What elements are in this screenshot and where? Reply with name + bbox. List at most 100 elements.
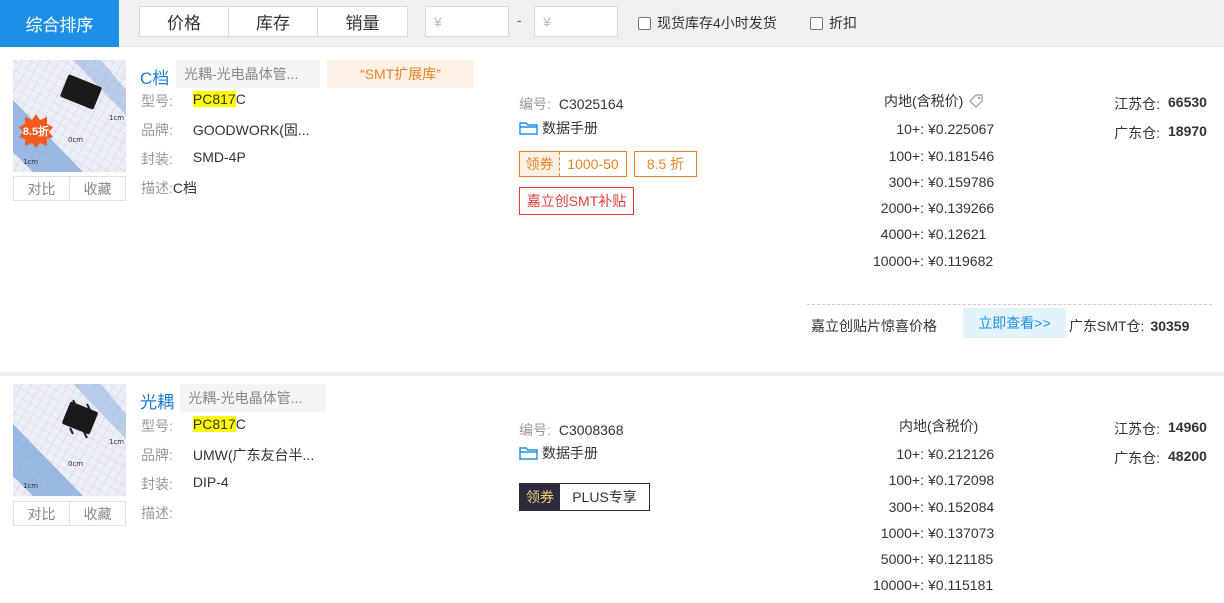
- stock-row: 广东仓: 48200: [1060, 448, 1215, 468]
- tier-price: ¥0.137073: [928, 525, 995, 541]
- tier-price: ¥0.119682: [928, 253, 994, 269]
- smt-view-now-button[interactable]: 立即查看>>: [963, 308, 1066, 338]
- stock-row: 江苏仓: 66530: [1060, 94, 1215, 114]
- price-min-input[interactable]: ¥: [425, 6, 509, 37]
- smt-subsidy-tag[interactable]: 嘉立创SMT补贴: [519, 187, 634, 215]
- model-suffix: C: [235, 416, 246, 432]
- folder-icon: [519, 447, 538, 460]
- sort-by-price-button[interactable]: 价格: [140, 7, 229, 36]
- warehouse-qty: 66530: [1168, 94, 1207, 110]
- compare-button[interactable]: 对比: [14, 502, 70, 525]
- price-tier: 100+: ¥0.181546: [800, 148, 1010, 164]
- code-label: 编号:: [519, 422, 551, 438]
- discount-checkbox-label: 折扣: [829, 15, 857, 31]
- warehouse-qty: 48200: [1168, 448, 1207, 464]
- sort-by-stock-button[interactable]: 库存: [229, 7, 318, 36]
- price-tier: 10000+: ¥0.119682: [800, 253, 1010, 269]
- checkbox-box[interactable]: [638, 16, 651, 30]
- compare-favorite-bar: 对比 收藏: [13, 501, 126, 526]
- discount-checkbox[interactable]: 折扣: [810, 13, 857, 33]
- brand-label: 品牌:: [141, 122, 173, 138]
- price-tier: 4000+: ¥0.12621: [800, 226, 1010, 242]
- price-tier: 300+: ¥0.152084: [800, 499, 1010, 515]
- tier-qty: 4000+:: [880, 226, 924, 242]
- package-value: DIP-4: [192, 474, 229, 490]
- price-header: 内地(含税价): [899, 416, 978, 436]
- datasheet-link[interactable]: 数据手册: [519, 443, 598, 463]
- sort-by-sales-button[interactable]: 销量: [318, 7, 407, 36]
- model-value[interactable]: PC817C: [192, 91, 246, 111]
- tier-qty: 300+:: [888, 499, 924, 515]
- package-value: SMD-4P: [192, 149, 246, 165]
- product-image[interactable]: 1cm 0cm 1cm: [13, 384, 126, 496]
- discount-badge-text: 8.5折: [22, 126, 50, 138]
- model-label: 型号:: [141, 93, 173, 109]
- tier-qty: 2000+:: [880, 200, 924, 216]
- tier-price: ¥0.159786: [928, 174, 995, 190]
- tier-qty: 10+:: [896, 446, 924, 462]
- price-tier: 1000+: ¥0.137073: [800, 525, 1010, 541]
- compare-button[interactable]: 对比: [14, 177, 70, 200]
- model-attr: 型号: PC817C: [141, 91, 246, 111]
- datasheet-label: 数据手册: [542, 445, 598, 461]
- brand-attr: 品牌: UMW(广东友台半...: [141, 445, 314, 465]
- coupon-button[interactable]: 领券 1000-50: [519, 151, 627, 177]
- favorite-button[interactable]: 收藏: [70, 177, 125, 200]
- smt-stock-qty: 30359: [1150, 318, 1190, 334]
- model-suffix: C: [235, 91, 246, 107]
- tier-price: ¥0.181546: [928, 148, 995, 164]
- tier-price: ¥0.152084: [928, 499, 995, 515]
- tier-price: ¥0.225067: [928, 121, 995, 137]
- model-value[interactable]: PC817C: [192, 416, 246, 436]
- tier-qty: 1000+:: [880, 525, 924, 541]
- instock-checkbox[interactable]: 现货库存4小时发货: [638, 13, 777, 33]
- checkbox-box[interactable]: [810, 16, 823, 30]
- product-row: 1cm 0cm 1cm 对比 收藏 光耦 光耦-光电晶体管... 型号: PC8…: [0, 376, 1224, 603]
- tier-qty: 10000+:: [873, 577, 924, 593]
- smt-library-tag: “SMT扩展库”: [327, 60, 474, 88]
- price-tier: 2000+: ¥0.139266: [800, 200, 1010, 216]
- instock-checkbox-label: 现货库存4小时发货: [657, 15, 777, 31]
- filter-bar: 综合排序 价格 库存 销量 ¥ - ¥ 现货库存4小时发货 折扣: [0, 0, 1224, 47]
- discount-tag: 8.5 折: [634, 151, 697, 177]
- description-attr: 描述:: [141, 503, 173, 523]
- compare-favorite-bar: 对比 收藏: [13, 176, 126, 201]
- brand-attr: 品牌: GOODWORK(固...: [141, 120, 310, 140]
- sort-default-tab[interactable]: 综合排序: [0, 0, 119, 47]
- product-category-link[interactable]: C档: [140, 64, 169, 89]
- category-tag[interactable]: 光耦-光电晶体管...: [180, 384, 326, 412]
- svg-text:1cm: 1cm: [109, 114, 124, 122]
- tier-price: ¥0.212126: [928, 446, 995, 462]
- code-value: C3025164: [558, 96, 624, 112]
- category-tag[interactable]: 光耦-光电晶体管...: [176, 60, 320, 88]
- price-tier: 5000+: ¥0.121185: [800, 551, 1010, 567]
- brand-value[interactable]: GOODWORK(固...: [193, 120, 310, 140]
- product-code: 编号: C3008368: [519, 420, 624, 440]
- coupon-value: 1000-50: [567, 156, 619, 172]
- description-value: C档: [172, 180, 198, 196]
- plus-exclusive-label: PLUS专享: [560, 484, 649, 510]
- price-range-separator: -: [517, 12, 522, 28]
- svg-text:0cm: 0cm: [68, 460, 83, 468]
- package-label: 封装:: [141, 151, 173, 167]
- folder-icon: [519, 122, 538, 135]
- divider: [807, 304, 1212, 305]
- warehouse-qty: 18970: [1168, 123, 1207, 139]
- package-label: 封装:: [141, 476, 173, 492]
- product-code: 编号: C3025164: [519, 94, 624, 114]
- favorite-button[interactable]: 收藏: [70, 502, 125, 525]
- price-max-input[interactable]: ¥: [534, 6, 618, 37]
- discount-badge: 8.5折: [19, 114, 53, 148]
- warehouse-name: 江苏仓:: [1114, 96, 1160, 112]
- svg-text:1cm: 1cm: [109, 438, 124, 446]
- sort-options: 价格 库存 销量: [139, 6, 408, 37]
- brand-value[interactable]: UMW(广东友台半...: [193, 445, 314, 465]
- tier-price: ¥0.115181: [928, 577, 994, 593]
- datasheet-link[interactable]: 数据手册: [519, 118, 598, 138]
- tag-icon[interactable]: [967, 92, 985, 110]
- product-category-link[interactable]: 光耦: [140, 388, 174, 413]
- plus-coupon-button[interactable]: 领券 PLUS专享: [519, 483, 650, 511]
- tier-price: ¥0.121185: [928, 551, 994, 567]
- tier-qty: 10+:: [896, 121, 924, 137]
- tier-price: ¥0.139266: [928, 200, 995, 216]
